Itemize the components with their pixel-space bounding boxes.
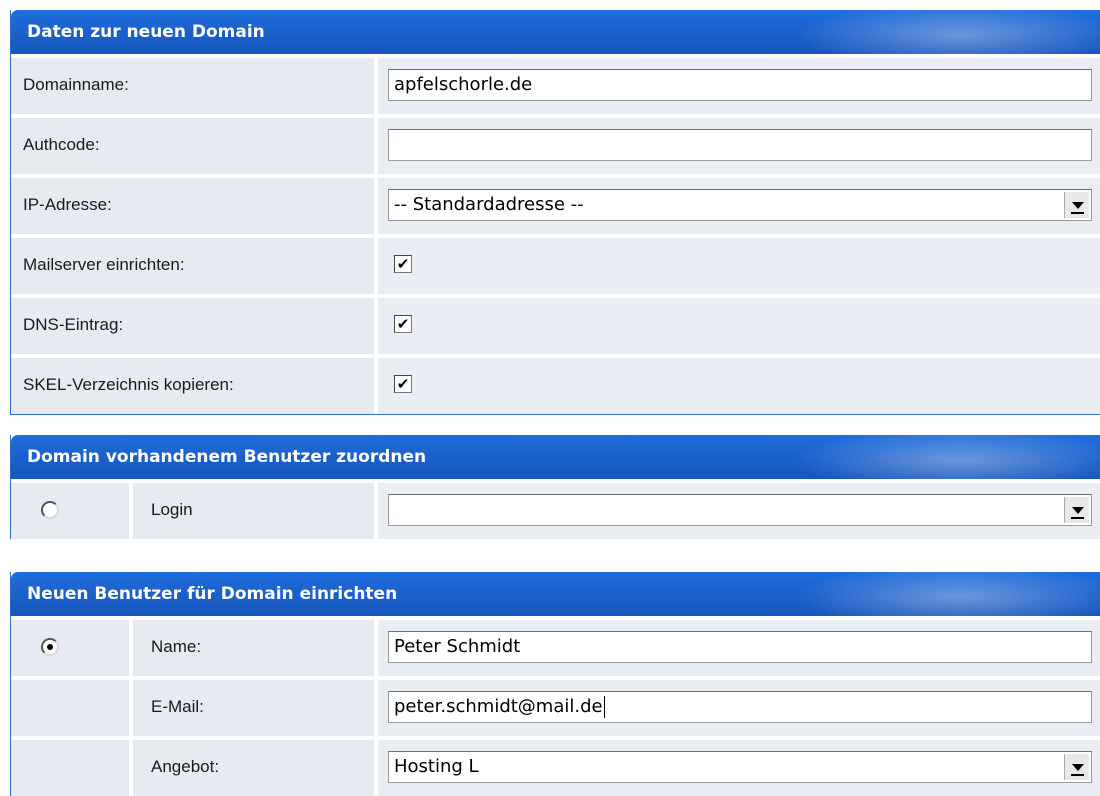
- ip-row: IP-Adresse: -- Standardadresse --: [11, 174, 1100, 234]
- check-icon: ✔: [396, 255, 410, 273]
- text-cursor: [603, 696, 605, 718]
- dropdown-arrow-icon[interactable]: [1064, 192, 1089, 218]
- dns-label: DNS-Eintrag:: [11, 298, 374, 354]
- name-label: Name:: [129, 620, 374, 676]
- ip-select-value: -- Standardadresse --: [394, 194, 584, 215]
- authcode-input[interactable]: [388, 129, 1092, 161]
- radio-cell: [11, 620, 129, 676]
- ip-select[interactable]: -- Standardadresse --: [388, 189, 1092, 221]
- skel-row: SKEL-Verzeichnis kopieren: ✔: [11, 354, 1100, 414]
- login-cell: [374, 483, 1100, 539]
- domainname-cell: apfelschorle.de: [374, 58, 1100, 114]
- skel-checkbox[interactable]: ✔: [394, 375, 412, 393]
- email-input[interactable]: peter.schmidt@mail.de: [388, 691, 1092, 723]
- check-icon: ✔: [396, 375, 410, 393]
- login-label: Login: [129, 483, 374, 539]
- divider: [11, 414, 1100, 415]
- check-icon: ✔: [396, 315, 410, 333]
- domain-data-section: Daten zur neuen Domain Domainname: apfel…: [10, 10, 1100, 415]
- radio-cell-empty: [11, 680, 129, 736]
- angebot-cell: Hosting L: [374, 740, 1100, 796]
- dns-cell: ✔: [374, 298, 1100, 354]
- section-header: Neuen Benutzer für Domain einrichten: [11, 572, 1100, 616]
- name-input[interactable]: Peter Schmidt: [388, 631, 1092, 663]
- authcode-cell: [374, 118, 1100, 174]
- skel-label: SKEL-Verzeichnis kopieren:: [11, 358, 374, 414]
- angebot-select[interactable]: Hosting L: [388, 751, 1092, 783]
- new-user-section: Neuen Benutzer für Domain einrichten Nam…: [10, 572, 1100, 796]
- existing-user-section: Domain vorhandenem Benutzer zuordnen Log…: [10, 435, 1100, 539]
- email-cell: peter.schmidt@mail.de: [374, 680, 1100, 736]
- mailserver-cell: ✔: [374, 238, 1100, 294]
- new-user-radio[interactable]: [41, 638, 59, 656]
- radio-cell: [11, 483, 129, 539]
- ip-label: IP-Adresse:: [11, 178, 374, 234]
- angebot-select-value: Hosting L: [394, 756, 479, 777]
- radio-cell-empty: [11, 740, 129, 796]
- skel-cell: ✔: [374, 358, 1100, 414]
- angebot-row: Angebot: Hosting L: [11, 736, 1100, 796]
- section-header: Daten zur neuen Domain: [11, 10, 1100, 54]
- existing-user-radio[interactable]: [41, 501, 59, 519]
- ip-cell: -- Standardadresse --: [374, 178, 1100, 234]
- domainname-row: Domainname: apfelschorle.de: [11, 54, 1100, 114]
- login-select[interactable]: [388, 494, 1092, 526]
- dropdown-arrow-icon[interactable]: [1064, 754, 1089, 780]
- name-cell: Peter Schmidt: [374, 620, 1100, 676]
- domainname-label: Domainname:: [11, 58, 374, 114]
- login-row: Login: [11, 479, 1100, 539]
- domainname-input[interactable]: apfelschorle.de: [388, 69, 1092, 101]
- mailserver-row: Mailserver einrichten: ✔: [11, 234, 1100, 294]
- authcode-row: Authcode:: [11, 114, 1100, 174]
- mailserver-checkbox[interactable]: ✔: [394, 255, 412, 273]
- name-row: Name: Peter Schmidt: [11, 616, 1100, 676]
- email-value: peter.schmidt@mail.de: [394, 696, 603, 717]
- dropdown-arrow-icon[interactable]: [1064, 497, 1089, 523]
- email-row: E-Mail: peter.schmidt@mail.de: [11, 676, 1100, 736]
- email-label: E-Mail:: [129, 680, 374, 736]
- dns-row: DNS-Eintrag: ✔: [11, 294, 1100, 354]
- angebot-label: Angebot:: [129, 740, 374, 796]
- section-header: Domain vorhandenem Benutzer zuordnen: [11, 435, 1100, 479]
- mailserver-label: Mailserver einrichten:: [11, 238, 374, 294]
- authcode-label: Authcode:: [11, 118, 374, 174]
- dns-checkbox[interactable]: ✔: [394, 315, 412, 333]
